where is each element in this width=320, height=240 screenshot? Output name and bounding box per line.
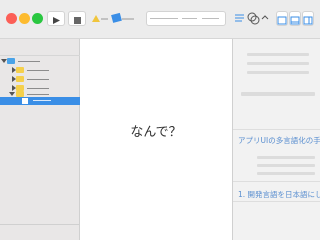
editor-standard-icon bbox=[235, 14, 244, 22]
inspector-placeholder bbox=[241, 92, 315, 96]
tree-row-project[interactable] bbox=[0, 57, 80, 66]
folder-icon bbox=[16, 76, 24, 82]
inspector-placeholder bbox=[257, 164, 315, 167]
inspector-placeholder bbox=[247, 71, 309, 74]
tree-label bbox=[33, 100, 51, 101]
file-icon bbox=[22, 98, 28, 104]
activity-bar-left bbox=[150, 18, 178, 19]
debug-area-icon bbox=[277, 16, 287, 25]
editor-content: なんで？ bbox=[130, 125, 182, 140]
tree-label bbox=[27, 79, 49, 80]
navigator-filter-divider bbox=[0, 224, 80, 225]
inspector-placeholder bbox=[257, 172, 315, 175]
zoom-window-button[interactable] bbox=[32, 13, 43, 24]
tree-label bbox=[27, 70, 49, 71]
close-window-button[interactable] bbox=[6, 13, 17, 24]
inspector-divider bbox=[233, 181, 320, 182]
tree-label bbox=[18, 61, 40, 62]
editor-version-icon bbox=[247, 12, 260, 25]
tree-row-selected-file[interactable] bbox=[0, 97, 80, 105]
navigator-icon bbox=[261, 15, 269, 20]
debug-area-icon bbox=[290, 16, 300, 25]
tree-label bbox=[27, 94, 49, 95]
utilities-toggle[interactable] bbox=[302, 11, 314, 26]
activity-bar-mid bbox=[182, 18, 197, 19]
folder-icon bbox=[16, 67, 24, 73]
project-icon bbox=[7, 58, 15, 64]
section-label: アプリUIの多言語化の手順 bbox=[238, 136, 320, 145]
source-editor[interactable]: なんで？ bbox=[80, 39, 232, 240]
navigator-button[interactable] bbox=[260, 11, 270, 26]
stop-icon bbox=[74, 17, 81, 24]
device-icon bbox=[111, 12, 122, 23]
activity-bar-right bbox=[202, 18, 219, 19]
navigator-toggle[interactable] bbox=[276, 11, 288, 26]
stop-button[interactable] bbox=[68, 11, 86, 26]
tree-row-group[interactable] bbox=[0, 66, 80, 75]
inspector-placeholder bbox=[247, 53, 309, 56]
step-label: 1. 開発言語を日本語にしよう bbox=[238, 190, 320, 199]
utilities-icon bbox=[303, 16, 313, 25]
play-icon bbox=[53, 17, 60, 24]
utilities-panel: アプリUIの多言語化の手順 1. 開発言語を日本語にしよう bbox=[232, 39, 320, 240]
scheme-selector[interactable] bbox=[88, 11, 138, 26]
run-button[interactable] bbox=[47, 11, 65, 26]
tree-label bbox=[27, 88, 49, 89]
inspector-placeholder bbox=[247, 62, 309, 65]
navigator-header bbox=[0, 39, 80, 56]
editor-standard-button[interactable] bbox=[233, 11, 246, 26]
project-navigator bbox=[0, 39, 80, 240]
activity-viewer bbox=[146, 11, 226, 26]
editor-version-button[interactable] bbox=[246, 11, 260, 26]
scheme-icon bbox=[92, 12, 134, 23]
tree-row-group[interactable] bbox=[0, 75, 80, 84]
toolbar bbox=[0, 0, 320, 39]
debug-area-toggle[interactable] bbox=[289, 11, 301, 26]
inspector-placeholder bbox=[257, 156, 315, 159]
inspector-divider bbox=[233, 201, 320, 202]
inspector-divider bbox=[233, 129, 320, 130]
minimize-window-button[interactable] bbox=[19, 13, 30, 24]
